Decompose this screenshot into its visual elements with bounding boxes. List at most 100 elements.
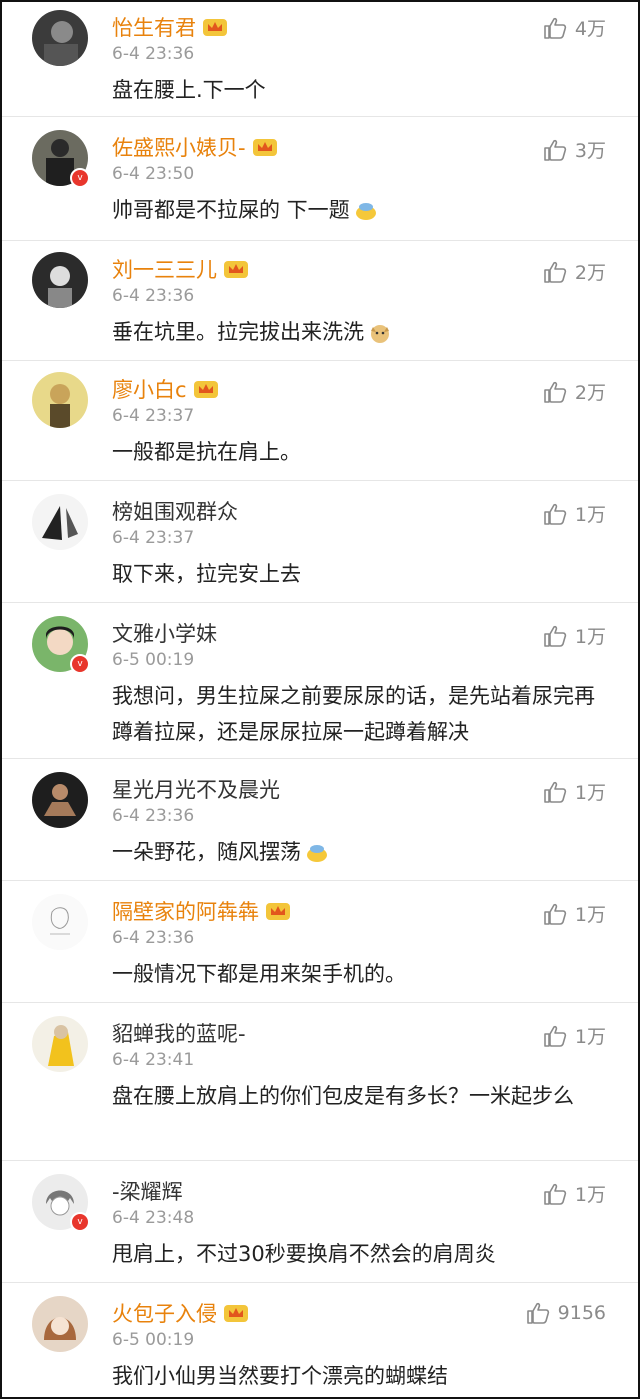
like-button[interactable]: 1万 bbox=[543, 500, 606, 527]
username[interactable]: 怡生有君 bbox=[112, 12, 228, 42]
thumbs-up-icon bbox=[544, 261, 567, 283]
like-button[interactable]: 2万 bbox=[543, 258, 606, 285]
like-button[interactable]: 3万 bbox=[543, 136, 606, 163]
username[interactable]: 榜姐围观群众 bbox=[112, 496, 238, 526]
like-count: 1万 bbox=[574, 904, 606, 926]
comment-text: 取下来，拉完安上去 bbox=[112, 562, 301, 586]
like-button[interactable]: 1万 bbox=[543, 778, 606, 805]
verified-v-icon: v bbox=[70, 1212, 90, 1232]
comment-text: 垂在坑里。拉完拔出来洗洗 bbox=[112, 314, 598, 350]
comment-item: v -梁耀辉 6-4 23:48 甩肩上，不过30秒要换肩不然会的肩周炎 1万 bbox=[2, 1160, 638, 1283]
like-button[interactable]: 1万 bbox=[543, 900, 606, 927]
like-count: 2万 bbox=[574, 262, 606, 284]
comment-time: 6-4 23:36 bbox=[112, 928, 195, 948]
comment-text: 我们小仙男当然要打个漂亮的蝴蝶结 bbox=[112, 1364, 448, 1388]
username[interactable]: 火包子入侵 bbox=[112, 1298, 249, 1328]
like-button[interactable]: 1万 bbox=[543, 622, 606, 649]
username[interactable]: -梁耀辉 bbox=[112, 1176, 183, 1206]
comment-text: 盘在腰上放肩上的你们包皮是有多长？一米起步么 bbox=[112, 1084, 574, 1108]
crown-icon bbox=[203, 19, 227, 36]
avatar[interactable]: v bbox=[32, 130, 90, 188]
crown-icon bbox=[252, 139, 277, 156]
username[interactable]: 文雅小学妹 bbox=[112, 618, 217, 648]
like-count: 1万 bbox=[574, 1184, 606, 1206]
comment-item: 火包子入侵 6-5 00:19 我们小仙男当然要打个漂亮的蝴蝶结 9156 bbox=[2, 1282, 638, 1397]
thumbs-up-icon bbox=[544, 17, 567, 39]
comment-text: 一朵野花，随风摆荡 bbox=[112, 834, 598, 870]
doge-emoji bbox=[371, 325, 389, 343]
username[interactable]: 星光月光不及晨光 bbox=[112, 774, 280, 804]
avatar[interactable] bbox=[32, 894, 88, 950]
avatar[interactable] bbox=[32, 1296, 88, 1352]
comment-text: 盘在腰上.下一个 bbox=[112, 78, 266, 102]
comment-item: 廖小白c 6-4 23:37 一般都是抗在肩上。 2万 bbox=[2, 360, 638, 481]
crown-icon bbox=[224, 1305, 248, 1322]
like-count: 2万 bbox=[574, 382, 606, 404]
username[interactable]: 隔壁家的阿犇犇 bbox=[112, 896, 291, 926]
comment-time: 6-4 23:50 bbox=[112, 164, 195, 184]
like-count: 1万 bbox=[574, 782, 606, 804]
like-button[interactable]: 9156 bbox=[526, 1302, 606, 1324]
thumbs-up-icon bbox=[544, 1183, 567, 1205]
avatar[interactable]: v bbox=[32, 616, 90, 674]
avatar[interactable] bbox=[32, 252, 88, 308]
avatar[interactable] bbox=[32, 372, 88, 428]
comment-text: 我想问，男生拉屎之前要尿尿的话，是先站着尿完再蹲着拉屎，还是尿尿拉屎一起蹲着解决 bbox=[112, 684, 595, 744]
comment-item: 怡生有君 6-4 23:36 盘在腰上.下一个 4万 bbox=[2, 2, 638, 117]
verified-v-icon: v bbox=[70, 168, 90, 188]
comment-time: 6-4 23:48 bbox=[112, 1208, 195, 1228]
thumbs-up-icon bbox=[526, 1302, 549, 1324]
comment-time: 6-4 23:37 bbox=[112, 528, 195, 548]
crown-icon bbox=[224, 261, 248, 278]
like-count: 1万 bbox=[574, 1026, 606, 1048]
thumbs-up-icon bbox=[544, 503, 567, 525]
thumbs-up-icon bbox=[544, 381, 567, 403]
like-button[interactable]: 2万 bbox=[543, 378, 606, 405]
thumbs-up-icon bbox=[544, 781, 567, 803]
comment-time: 6-4 23:36 bbox=[112, 806, 195, 826]
comment-item: v 文雅小学妹 6-5 00:19 我想问，男生拉屎之前要尿尿的话，是先站着尿完… bbox=[2, 602, 638, 759]
avatar[interactable] bbox=[32, 1016, 88, 1072]
username[interactable]: 貂蝉我的蓝呢- bbox=[112, 1018, 246, 1048]
like-button[interactable]: 4万 bbox=[543, 14, 606, 41]
like-count: 4万 bbox=[574, 18, 606, 40]
verified-v-icon: v bbox=[70, 654, 90, 674]
crown-icon bbox=[193, 381, 218, 398]
comment-time: 6-5 00:19 bbox=[112, 1330, 195, 1350]
comment-text: 帅哥都是不拉屎的 下一题 bbox=[112, 192, 598, 228]
like-count: 1万 bbox=[574, 626, 606, 648]
comment-time: 6-4 23:37 bbox=[112, 406, 195, 426]
like-count: 9156 bbox=[557, 1302, 606, 1324]
thumbs-up-icon bbox=[544, 625, 567, 647]
comment-time: 6-4 23:41 bbox=[112, 1050, 195, 1070]
avatar[interactable] bbox=[32, 494, 88, 550]
thumbs-up-icon bbox=[544, 903, 567, 925]
avatar[interactable] bbox=[32, 772, 88, 828]
sweat-emoji bbox=[307, 845, 327, 862]
like-count: 3万 bbox=[574, 140, 606, 162]
comment-feed: 怡生有君 6-4 23:36 盘在腰上.下一个 4万 v 佐盛熙小婊贝- 6-4… bbox=[0, 0, 640, 1399]
crown-icon bbox=[266, 903, 290, 920]
comment-text: 一般情况下都是用来架手机的。 bbox=[112, 962, 406, 986]
comment-text: 甩肩上，不过30秒要换肩不然会的肩周炎 bbox=[112, 1242, 496, 1266]
comment-item: v 佐盛熙小婊贝- 6-4 23:50 帅哥都是不拉屎的 下一题 3万 bbox=[2, 116, 638, 241]
comment-item: 刘一三三儿 6-4 23:36 垂在坑里。拉完拔出来洗洗 2万 bbox=[2, 240, 638, 361]
comment-text: 一般都是抗在肩上。 bbox=[112, 440, 301, 464]
username[interactable]: 佐盛熙小婊贝- bbox=[112, 132, 278, 162]
like-count: 1万 bbox=[574, 504, 606, 526]
avatar[interactable]: v bbox=[32, 1174, 90, 1232]
comment-time: 6-4 23:36 bbox=[112, 286, 195, 306]
username[interactable]: 刘一三三儿 bbox=[112, 254, 249, 284]
comment-item: 榜姐围观群众 6-4 23:37 取下来，拉完安上去 1万 bbox=[2, 480, 638, 603]
username[interactable]: 廖小白c bbox=[112, 374, 219, 404]
thumbs-up-icon bbox=[544, 139, 567, 161]
avatar[interactable] bbox=[32, 10, 88, 66]
comment-item: 星光月光不及晨光 6-4 23:36 一朵野花，随风摆荡 1万 bbox=[2, 758, 638, 881]
comment-item: 隔壁家的阿犇犇 6-4 23:36 一般情况下都是用来架手机的。 1万 bbox=[2, 880, 638, 1003]
sweat-emoji bbox=[355, 203, 376, 220]
like-button[interactable]: 1万 bbox=[543, 1180, 606, 1207]
comment-time: 6-4 23:36 bbox=[112, 44, 195, 64]
comment-time: 6-5 00:19 bbox=[112, 650, 195, 670]
comment-item: 貂蝉我的蓝呢- 6-4 23:41 盘在腰上放肩上的你们包皮是有多长？一米起步么… bbox=[2, 1002, 638, 1161]
like-button[interactable]: 1万 bbox=[543, 1022, 606, 1049]
